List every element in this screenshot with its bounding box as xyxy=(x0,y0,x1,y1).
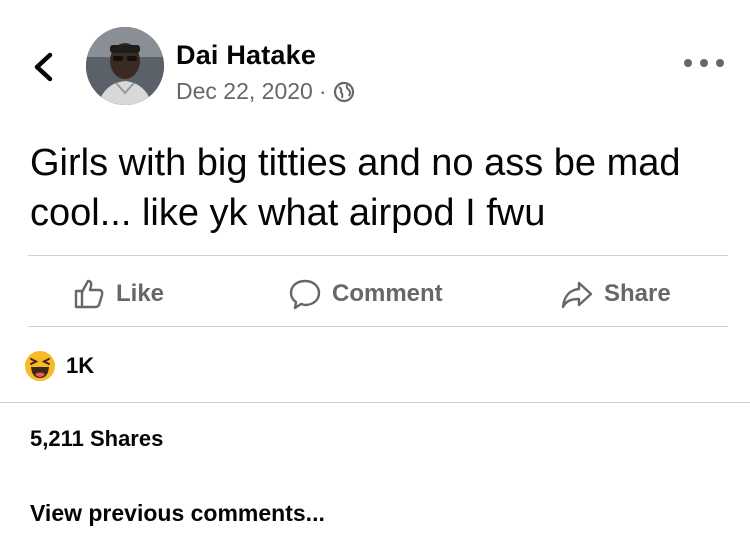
haha-emoji-icon xyxy=(25,351,55,381)
divider-top xyxy=(28,255,728,256)
shares-count[interactable]: 5,211 Shares xyxy=(30,426,163,452)
post-text: Girls with big titties and no ass be mad… xyxy=(30,142,681,234)
divider-bottom xyxy=(0,402,750,403)
post-meta: Dec 22, 2020 · xyxy=(176,78,355,105)
reaction-count: 1K xyxy=(66,353,95,378)
post-header: Dai Hatake Dec 22, 2020 · xyxy=(0,0,750,120)
comment-label: Comment xyxy=(332,280,443,307)
like-button[interactable]: Like xyxy=(72,277,164,311)
meta-separator: · xyxy=(318,78,327,104)
post-date[interactable]: Dec 22, 2020 xyxy=(176,78,313,105)
more-options-icon[interactable] xyxy=(684,56,724,70)
view-previous-comments-link[interactable]: View previous comments... xyxy=(30,500,325,527)
thumbs-up-icon xyxy=(74,279,104,309)
author-name[interactable]: Dai Hatake xyxy=(176,40,316,71)
like-label: Like xyxy=(116,280,165,307)
reactions-summary[interactable]: 1K xyxy=(24,350,94,382)
share-button[interactable]: Share xyxy=(560,277,671,311)
share-label: Share xyxy=(604,280,671,307)
action-bar: Like Comment Share xyxy=(0,262,750,324)
globe-icon xyxy=(333,81,354,102)
divider-middle xyxy=(28,326,728,327)
profile-photo xyxy=(86,27,164,105)
back-arrow-icon[interactable] xyxy=(30,52,56,82)
comment-bubble-icon xyxy=(289,279,321,310)
share-arrow-icon xyxy=(561,281,593,309)
avatar[interactable] xyxy=(86,27,164,105)
comment-button[interactable]: Comment xyxy=(288,277,443,311)
